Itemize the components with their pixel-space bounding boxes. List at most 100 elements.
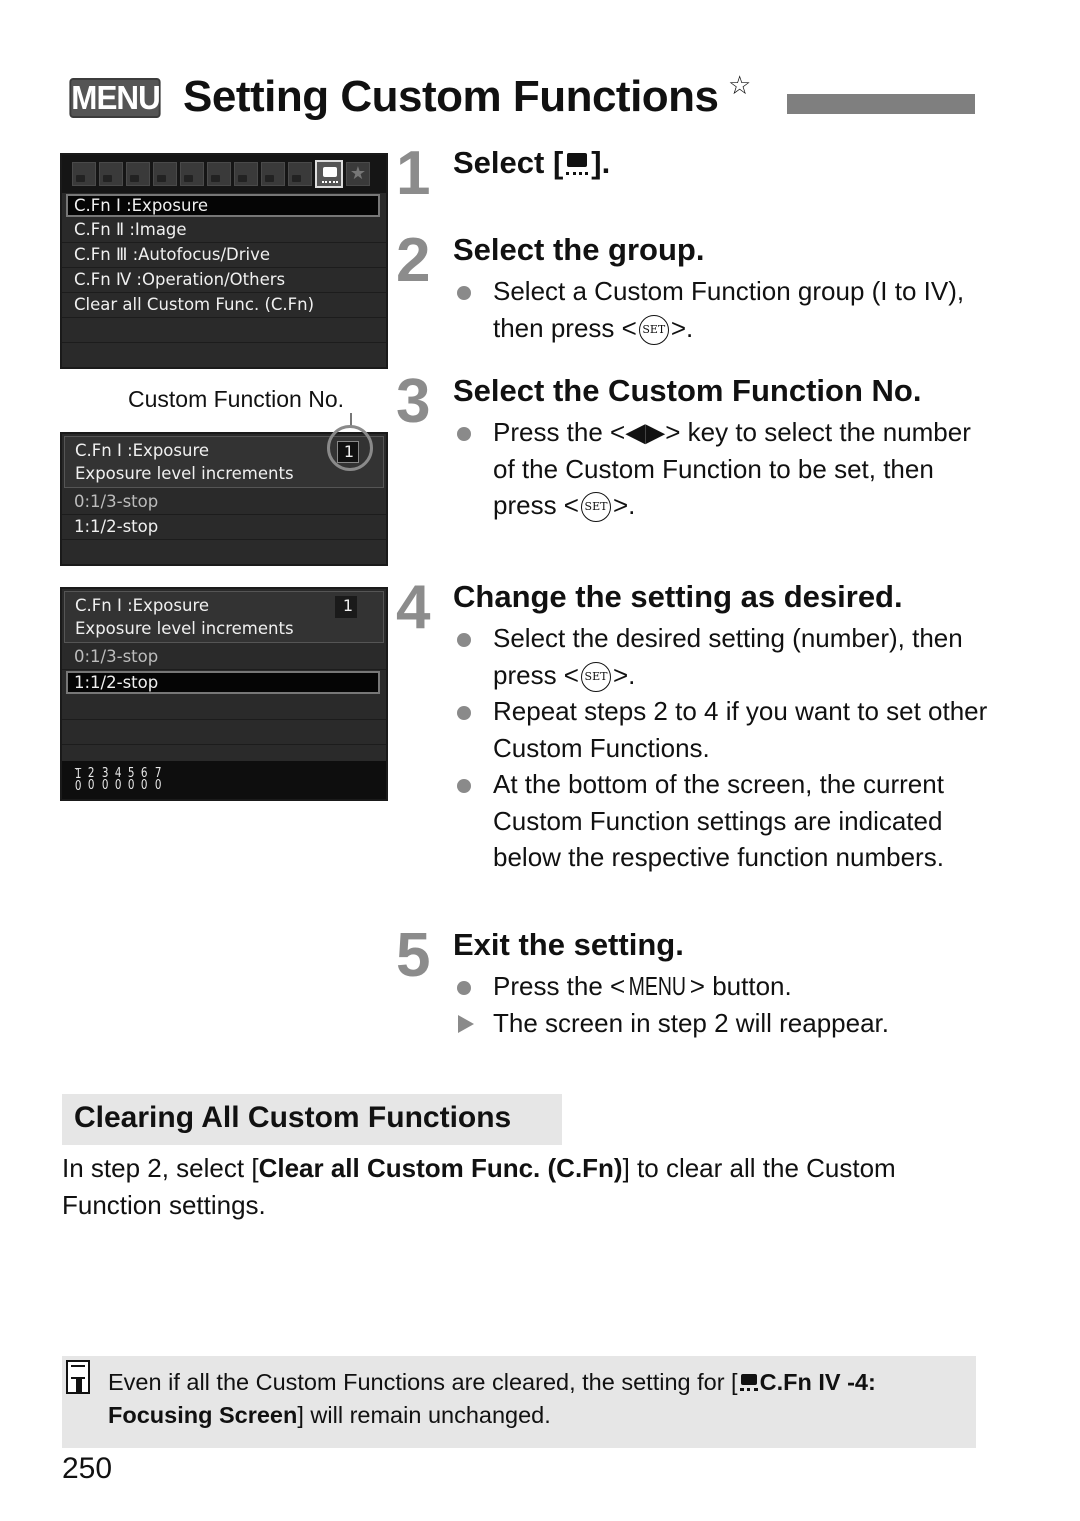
menu-button-icon: MENU (628, 971, 687, 1001)
step-title: Select the Custom Function No. (453, 373, 922, 408)
custom-functions-tab-icon (315, 160, 343, 188)
custom-functions-camera-icon (563, 149, 591, 177)
function-name: Exposure level increments (75, 619, 294, 638)
bullet-item: Select the desired setting (number), the… (453, 620, 993, 693)
playback-tab-1-icon (180, 162, 204, 186)
function-setting-column: 70 (154, 767, 162, 793)
lcd-screen-menu: ★ C.Fn Ⅰ :Exposure C.Fn Ⅱ :Image C.Fn Ⅲ … (60, 153, 388, 369)
option-empty-row (62, 720, 386, 745)
note-box: Even if all the Custom Functions are cle… (62, 1356, 976, 1448)
function-setting-value: 0 (101, 778, 109, 793)
shooting-tab-3-icon (126, 162, 150, 186)
step-title: Change the setting as desired. (453, 579, 903, 614)
bullet-text: >. (670, 312, 694, 343)
bullet-dot-icon (457, 633, 471, 647)
menu-item-cfn-1: C.Fn Ⅰ :Exposure (66, 194, 380, 217)
menu-empty-row (62, 343, 386, 367)
bullet-text: >. (613, 659, 636, 690)
function-settings-strip: 10 20 30 40 50 60 70 (62, 761, 386, 799)
playback-tab-2-icon (207, 162, 231, 186)
menu-item-cfn-2: C.Fn Ⅱ :Image (62, 218, 386, 243)
function-setting-value: 0 (127, 778, 135, 793)
bullet-item: The screen in step 2 will reappear. (453, 1005, 993, 1042)
body-bold-text: Clear all Custom Func. (C.Fn) (258, 1153, 623, 1183)
option-empty-row (62, 695, 386, 720)
bullet-text: The screen in step 2 will reappear. (493, 1007, 889, 1038)
option-row: 0:1/3-stop (62, 645, 386, 670)
step-number: 5 (396, 921, 431, 990)
bullet-dot-icon (457, 427, 471, 441)
bullet-text: Press the <◀▶> key to select the number … (493, 417, 971, 520)
setup-tab-2-icon (261, 162, 285, 186)
function-setting-value: 0 (141, 778, 148, 793)
note-text-part: Even if all the Custom Functions are cle… (108, 1369, 738, 1395)
function-name: Exposure level increments (75, 464, 294, 483)
bullet-text: Select a Custom Function group (I to IV)… (493, 276, 965, 343)
function-setting-value: 0 (154, 778, 162, 793)
menu-item-cfn-4: C.Fn Ⅳ :Operation/Others (62, 268, 386, 293)
step-title-text: Select [ (453, 145, 564, 180)
bullet-dot-icon (457, 981, 471, 995)
bullet-text: At the bottom of the screen, the current… (493, 769, 944, 872)
option-row-selected: 1:1/2-stop (66, 671, 380, 694)
shooting-tab-4-icon (153, 162, 177, 186)
option-row: 1:1/2-stop (62, 515, 386, 540)
step-number: 3 (396, 367, 431, 436)
step-bullets: Press the <◀▶> key to select the number … (453, 414, 993, 524)
function-group: C.Fn Ⅰ :Exposure (75, 596, 210, 615)
menu-item-clear-all: Clear all Custom Func. (C.Fn) (62, 293, 386, 318)
function-header: C.Fn Ⅰ :Exposure Exposure level incremen… (64, 591, 384, 643)
step-number: 2 (396, 226, 431, 295)
title-decorative-bar (787, 94, 975, 114)
option-row: 0:1/3-stop (62, 490, 386, 515)
shooting-tab-2-icon (99, 162, 123, 186)
page-number: 250 (62, 1452, 113, 1485)
page-title: Setting Custom Functions (183, 72, 719, 121)
section-body: In step 2, select [Clear all Custom Func… (62, 1150, 962, 1223)
custom-function-no-label: Custom Function No. (128, 386, 345, 412)
step-title: Select []. (453, 146, 610, 180)
lcd-screen-setting-change: C.Fn Ⅰ :Exposure Exposure level incremen… (60, 587, 388, 801)
function-setting-column: 40 (114, 767, 122, 793)
function-setting-column: 10 (74, 767, 82, 793)
body-text: In step 2, select [ (62, 1153, 259, 1183)
function-setting-column: 60 (141, 767, 148, 793)
step-bullets: Select a Custom Function group (I to IV)… (453, 273, 993, 346)
custom-functions-camera-icon (738, 1371, 760, 1393)
step-number: 4 (396, 573, 431, 642)
bullet-dot-icon (457, 286, 471, 300)
menu-empty-row (62, 318, 386, 343)
step-number: 1 (396, 139, 431, 208)
bullet-item: Select a Custom Function group (I to IV)… (453, 273, 993, 346)
callout-ring (327, 425, 373, 471)
bullet-item: At the bottom of the screen, the current… (453, 766, 993, 876)
bullet-text: > button. (689, 971, 792, 1001)
bullet-text: Press the < (493, 971, 626, 1001)
set-button-icon: SET (581, 492, 611, 523)
result-arrow-icon (458, 1014, 474, 1033)
function-setting-value: 0 (88, 778, 95, 793)
my-menu-star-icon: ★ (346, 162, 370, 186)
bullet-text: Repeat steps 2 to 4 if you want to set o… (493, 696, 988, 763)
section-heading: Clearing All Custom Functions (62, 1094, 562, 1145)
step-title: Select the group. (453, 232, 705, 267)
set-button-icon: SET (638, 314, 669, 345)
set-button-icon: SET (581, 661, 611, 692)
bullet-dot-icon (457, 779, 471, 793)
bullet-item: Press the <◀▶> key to select the number … (453, 414, 993, 524)
function-setting-value: 0 (114, 778, 122, 793)
bullet-text: >. (613, 490, 636, 520)
note-text: Even if all the Custom Functions are cle… (108, 1366, 968, 1432)
step-title: Exit the setting. (453, 927, 684, 962)
setup-tab-3-icon (288, 162, 312, 186)
star-icon: ☆ (728, 70, 752, 100)
function-setting-column: 50 (127, 767, 135, 793)
step-title-text: ]. (591, 145, 611, 180)
step-bullets: Select the desired setting (number), the… (453, 620, 993, 876)
bullet-item: Repeat steps 2 to 4 if you want to set o… (453, 693, 993, 766)
bullet-dot-icon (457, 706, 471, 720)
menu-item-cfn-3: C.Fn Ⅲ :Autofocus/Drive (62, 243, 386, 268)
bullet-text: Select the desired setting (number), the… (493, 623, 963, 690)
function-setting-column: 20 (88, 767, 95, 793)
menu-tab-strip: ★ (62, 155, 386, 193)
